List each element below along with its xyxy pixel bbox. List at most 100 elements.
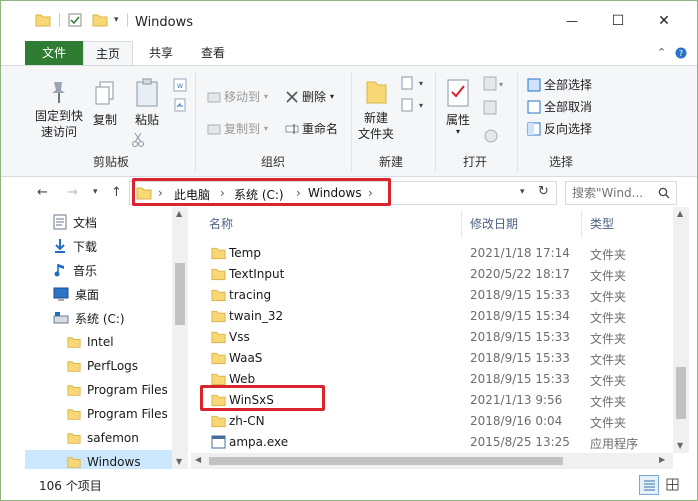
select-all-button[interactable]: 全部选择 xyxy=(527,76,592,93)
properties-button[interactable]: 属性 ▾ xyxy=(441,78,475,136)
file-list-scrollbar[interactable]: ▲ ▼ xyxy=(673,207,689,453)
recent-locations-icon[interactable]: ▾ xyxy=(93,187,98,197)
help-icon[interactable]: ? xyxy=(675,47,687,59)
copy-button[interactable]: 复制 xyxy=(89,80,121,128)
copy-to-label: 复制到 xyxy=(224,122,261,136)
folder-icon xyxy=(35,14,51,27)
select-none-button[interactable]: 全部取消 xyxy=(527,98,592,115)
address-highlight-box xyxy=(132,178,391,206)
nav-pane-scroll-thumb[interactable] xyxy=(175,263,185,325)
move-to-button[interactable]: 移动到 ▾ xyxy=(207,88,268,105)
refresh-icon[interactable]: ↻ xyxy=(538,184,549,199)
folder-icon xyxy=(211,415,226,428)
file-date: 2018/9/16 0:04 xyxy=(470,414,563,428)
minimize-button[interactable]: — xyxy=(549,1,595,41)
new-folder-button[interactable]: 新建 文件夹 xyxy=(355,78,397,142)
scroll-up-icon[interactable]: ▲ xyxy=(176,209,182,218)
collapse-ribbon-icon[interactable]: ⌃ xyxy=(657,46,666,59)
history-icon[interactable] xyxy=(483,128,499,144)
ribbon-separator xyxy=(351,72,352,172)
paste-icon xyxy=(136,78,158,107)
delete-button[interactable]: 删除 ▾ xyxy=(285,88,334,105)
nav-item-folder[interactable]: Program Files xyxy=(67,402,168,426)
table-row[interactable]: TextInput 2020/5/22 18:17 文件夹 xyxy=(207,264,663,285)
file-type: 文件夹 xyxy=(590,416,627,430)
horizontal-scroll-thumb[interactable] xyxy=(209,457,563,465)
file-date: 2021/1/13 9:56 xyxy=(470,393,563,407)
column-divider[interactable] xyxy=(581,211,582,237)
cut-icon[interactable] xyxy=(131,132,145,148)
up-arrow-icon[interactable]: ↑ xyxy=(111,185,122,200)
maximize-button[interactable]: ☐ xyxy=(595,1,641,41)
forward-arrow-icon[interactable]: → xyxy=(67,185,78,200)
quick-access-dropdown-icon[interactable]: ▾ xyxy=(114,15,119,25)
invert-selection-button[interactable]: 反向选择 xyxy=(527,120,592,137)
file-name: zh-CN xyxy=(229,414,265,428)
tab-file[interactable]: 文件 xyxy=(25,41,83,65)
nav-item-documents[interactable]: 文档 xyxy=(53,210,97,234)
back-arrow-icon[interactable]: ← xyxy=(37,185,48,200)
file-list-scroll-thumb[interactable] xyxy=(676,367,686,419)
tab-share[interactable]: 共享 xyxy=(139,41,183,65)
table-row[interactable]: WaaS 2018/9/15 15:33 文件夹 xyxy=(207,348,663,369)
file-type: 文件夹 xyxy=(590,269,627,283)
scroll-down-icon[interactable]: ▼ xyxy=(176,457,182,466)
tab-home[interactable]: 主页 xyxy=(83,41,133,65)
nav-item-folder[interactable]: Intel xyxy=(67,330,114,354)
column-header-type[interactable]: 类型 xyxy=(590,215,614,232)
nav-item-drive-c[interactable]: 系统 (C:) xyxy=(53,306,125,330)
file-name: Vss xyxy=(229,330,250,344)
nav-item-folder[interactable]: PerfLogs xyxy=(67,354,138,378)
paste-shortcut-icon[interactable] xyxy=(173,98,187,112)
scroll-down-icon[interactable]: ▼ xyxy=(677,441,683,450)
folder-icon xyxy=(211,268,226,281)
ribbon-separator xyxy=(195,72,196,172)
table-row[interactable]: twain_32 2018/9/15 15:34 文件夹 xyxy=(207,306,663,327)
folder-icon xyxy=(211,310,226,323)
table-row[interactable]: Temp 2021/1/18 17:14 文件夹 xyxy=(207,243,663,264)
scroll-left-icon[interactable]: ◀ xyxy=(195,455,201,464)
rename-button[interactable]: 重命名 xyxy=(285,120,338,137)
copy-to-button[interactable]: 复制到 ▾ xyxy=(207,120,268,137)
file-type: 文件夹 xyxy=(590,290,627,304)
table-row[interactable]: Vss 2018/9/15 15:33 文件夹 xyxy=(207,327,663,348)
file-name: ampa.exe xyxy=(229,435,289,449)
table-row[interactable]: tracing 2018/9/15 15:33 文件夹 xyxy=(207,285,663,306)
properties-icon xyxy=(447,79,469,107)
easy-access-icon[interactable]: ▾ xyxy=(401,98,425,112)
nav-item-folder[interactable]: safemon xyxy=(67,426,139,450)
properties-check-icon[interactable] xyxy=(68,13,82,27)
delete-label: 删除 xyxy=(302,90,327,104)
column-header-date[interactable]: 修改日期 xyxy=(470,215,518,232)
column-divider[interactable] xyxy=(461,211,462,237)
nav-item-windows-selected[interactable]: Windows xyxy=(25,450,172,469)
scroll-up-icon[interactable]: ▲ xyxy=(677,209,683,218)
copy-path-icon[interactable]: W xyxy=(173,78,187,92)
close-button[interactable]: ✕ xyxy=(641,1,687,41)
nav-item-label: 文档 xyxy=(73,215,98,230)
new-folder-icon[interactable] xyxy=(92,13,108,27)
nav-item-folder[interactable]: Program Files xyxy=(67,378,168,402)
paste-button[interactable]: 粘贴 xyxy=(129,78,165,128)
search-input[interactable] xyxy=(572,186,656,200)
tab-view[interactable]: 查看 xyxy=(191,41,235,65)
new-item-icon[interactable]: ▾ xyxy=(401,76,425,90)
nav-item-desktop[interactable]: 桌面 xyxy=(53,282,99,306)
nav-pane-scrollbar[interactable]: ▲ ▼ xyxy=(172,207,188,469)
large-icons-view-button[interactable] xyxy=(663,475,683,495)
details-view-button[interactable] xyxy=(639,475,659,495)
nav-item-downloads[interactable]: 下载 xyxy=(53,234,97,258)
scroll-right-icon[interactable]: ▶ xyxy=(659,455,665,464)
open-icon[interactable]: ▾ xyxy=(483,76,505,92)
edit-icon[interactable] xyxy=(483,100,499,116)
table-row[interactable]: ampa.exe 2015/8/25 13:25 应用程序 xyxy=(207,432,663,453)
address-dropdown-icon[interactable]: ▾ xyxy=(520,187,525,197)
horizontal-scrollbar[interactable]: ◀ ▶ xyxy=(191,453,673,469)
search-box[interactable] xyxy=(565,181,677,205)
column-header-name[interactable]: 名称 xyxy=(209,215,233,232)
nav-item-music[interactable]: 音乐 xyxy=(53,258,97,282)
pin-quick-access-button[interactable]: 固定到快 速访问 xyxy=(31,80,87,140)
table-row[interactable]: zh-CN 2018/9/16 0:04 文件夹 xyxy=(207,411,663,432)
pin-icon xyxy=(52,82,65,103)
folder-icon xyxy=(67,385,81,396)
